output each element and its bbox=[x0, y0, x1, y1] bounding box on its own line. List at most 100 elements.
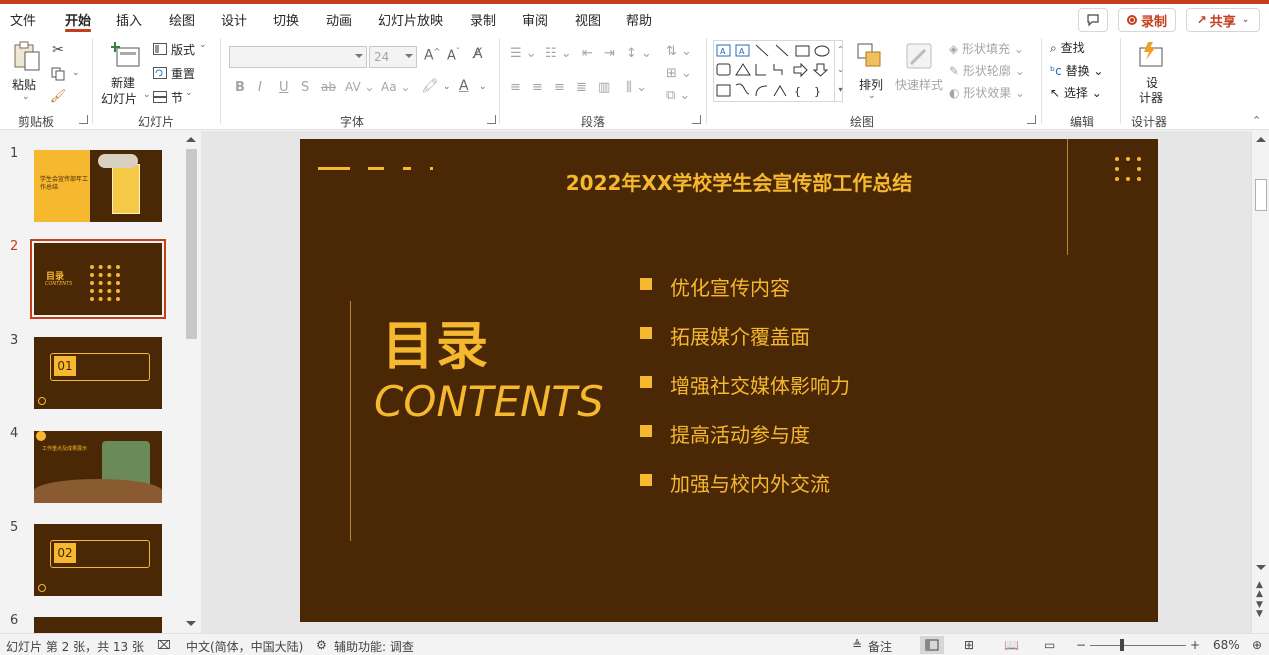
current-slide[interactable]: 2022年XX学校学生会宣传部工作总结 目录 CONTENTS 优化宣传内容 拓… bbox=[300, 139, 1158, 622]
dialog-launcher-icon[interactable] bbox=[79, 115, 88, 124]
shapes-scroll[interactable]: ⌃ ⌄ ▾ bbox=[834, 40, 846, 102]
tab-help[interactable]: 帮助 bbox=[626, 10, 652, 29]
new-slide-button[interactable]: 新建 幻灯片 ⌄ bbox=[99, 38, 151, 108]
scroll-up-icon[interactable] bbox=[186, 137, 196, 142]
align-center-icon[interactable]: ≡ bbox=[532, 80, 543, 95]
layout-button[interactable]: 版式 ⌄ bbox=[153, 40, 213, 58]
editor-scrollbar[interactable]: ▲ ▲ ▼ ▼ bbox=[1251, 131, 1269, 633]
italic-icon[interactable]: I bbox=[258, 80, 262, 95]
font-color-icon[interactable]: A bbox=[459, 78, 469, 94]
notes-button[interactable]: 备注 bbox=[868, 638, 892, 655]
chevron-down-icon[interactable]: ⌄ bbox=[479, 82, 487, 92]
font-size-combo[interactable]: 24 bbox=[369, 46, 417, 68]
numbering-icon[interactable]: ☷ ⌄ bbox=[545, 46, 572, 61]
cut-icon[interactable]: ✂ bbox=[50, 42, 66, 58]
notes-icon[interactable]: ≜ bbox=[852, 638, 862, 652]
decrease-font-icon[interactable]: Aˇ bbox=[447, 47, 460, 63]
paste-button[interactable]: 粘贴 ⌄ bbox=[8, 38, 44, 104]
normal-view-icon[interactable] bbox=[920, 636, 944, 654]
previous-slide-icon[interactable]: ▲ ▲ bbox=[1256, 581, 1263, 599]
tab-home[interactable]: 开始 bbox=[65, 10, 91, 29]
dialog-launcher-icon[interactable] bbox=[487, 115, 496, 124]
copy-icon[interactable] bbox=[50, 66, 66, 82]
justify-icon[interactable]: ≣ bbox=[576, 80, 587, 95]
shadow-icon[interactable]: S bbox=[301, 80, 309, 95]
tab-transitions[interactable]: 切换 bbox=[273, 10, 299, 29]
chevron-down-icon[interactable]: ⌄ bbox=[72, 68, 80, 78]
thumbnail-scrollbar[interactable] bbox=[183, 131, 200, 633]
select-button[interactable]: ↖ 选择 ⌄ bbox=[1050, 84, 1102, 101]
tab-insert[interactable]: 插入 bbox=[116, 10, 142, 29]
scroll-thumb[interactable] bbox=[1255, 179, 1267, 211]
slide-thumbnail-6[interactable] bbox=[34, 617, 162, 633]
dialog-launcher-icon[interactable] bbox=[692, 115, 701, 124]
language-indicator[interactable]: 中文(简体，中国大陆) bbox=[186, 638, 303, 655]
clear-format-icon[interactable]: A̸ bbox=[473, 46, 483, 62]
char-spacing-icon[interactable]: AV ⌄ bbox=[345, 80, 375, 94]
text-direction-icon[interactable]: ⇅ ⌄ bbox=[666, 44, 692, 59]
line-spacing-icon[interactable]: ↕ ⌄ bbox=[626, 46, 652, 61]
tab-view[interactable]: 视图 bbox=[575, 10, 601, 29]
align-right-icon[interactable]: ≡ bbox=[554, 80, 565, 95]
designer-button[interactable]: 设 计器 bbox=[1129, 38, 1173, 106]
decrease-indent-icon[interactable]: ⇤ bbox=[582, 46, 593, 61]
format-painter-icon[interactable]: 🖌 bbox=[50, 88, 67, 104]
toc-heading[interactable]: 目录 bbox=[382, 304, 490, 379]
slide-thumbnail-2[interactable]: 目录 CONTENTS bbox=[30, 239, 166, 319]
zoom-out-icon[interactable]: − bbox=[1076, 638, 1086, 652]
shape-fill-button[interactable]: ◈ 形状填充 ⌄ bbox=[949, 40, 1024, 57]
quick-styles-button[interactable]: 快速样式 bbox=[893, 40, 945, 106]
find-button[interactable]: ⌕ 查找 bbox=[1050, 39, 1085, 56]
change-case-icon[interactable]: Aa ⌄ bbox=[381, 80, 410, 94]
toc-item[interactable]: 加强与校内外交流 bbox=[670, 468, 830, 497]
scroll-down-icon[interactable] bbox=[1256, 565, 1266, 570]
increase-indent-icon[interactable]: ⇥ bbox=[604, 46, 615, 61]
zoom-in-icon[interactable]: + bbox=[1190, 638, 1200, 652]
shapes-gallery[interactable]: A A {} bbox=[713, 40, 843, 102]
toc-item[interactable]: 提高活动参与度 bbox=[670, 419, 810, 448]
scroll-thumb[interactable] bbox=[186, 149, 197, 339]
font-name-combo[interactable] bbox=[229, 46, 367, 68]
toc-item[interactable]: 优化宣传内容 bbox=[670, 272, 790, 301]
share-button[interactable]: ↗ 共享 ⌄ bbox=[1186, 8, 1260, 32]
reset-button[interactable]: 重置 bbox=[153, 64, 213, 82]
zoom-slider[interactable] bbox=[1090, 645, 1186, 646]
toc-subheading[interactable]: CONTENTS bbox=[374, 377, 604, 426]
zoom-slider-thumb[interactable] bbox=[1120, 639, 1124, 651]
slide-thumbnail-5[interactable]: 02 bbox=[34, 524, 162, 596]
tab-draw[interactable]: 绘图 bbox=[169, 10, 195, 29]
slideshow-icon[interactable]: ▭ bbox=[1044, 638, 1055, 652]
chevron-down-icon[interactable]: ⌄ bbox=[443, 82, 451, 92]
fit-to-window-icon[interactable]: ⊕ bbox=[1252, 638, 1262, 652]
align-left-icon[interactable]: ≡ bbox=[510, 80, 521, 95]
strikethrough-icon[interactable]: ab bbox=[321, 80, 336, 94]
tab-review[interactable]: 审阅 bbox=[522, 10, 548, 29]
slide-thumbnail-3[interactable]: 01 bbox=[34, 337, 162, 409]
tab-record[interactable]: 录制 bbox=[470, 10, 496, 29]
slide-thumbnail-1[interactable]: 学生会宣传部年工作总结 bbox=[34, 150, 162, 222]
shape-effects-button[interactable]: ◐ 形状效果 ⌄ bbox=[949, 84, 1025, 101]
spellcheck-icon[interactable]: ⌧ bbox=[157, 638, 171, 652]
underline-icon[interactable]: U bbox=[279, 80, 289, 95]
dialog-launcher-icon[interactable] bbox=[1027, 115, 1036, 124]
toc-item[interactable]: 增强社交媒体影响力 bbox=[670, 370, 850, 399]
replace-button[interactable]: ᵇc 替换 ⌄ bbox=[1050, 62, 1103, 79]
smartart-icon[interactable]: ⧉ ⌄ bbox=[666, 88, 690, 103]
align-text-icon[interactable]: ⊞ ⌄ bbox=[666, 66, 692, 81]
bullets-icon[interactable]: ☰ ⌄ bbox=[510, 46, 537, 61]
slide-title[interactable]: 2022年XX学校学生会宣传部工作总结 bbox=[300, 167, 1158, 196]
shape-outline-button[interactable]: ✎ 形状轮廓 ⌄ bbox=[949, 62, 1025, 79]
slide-sorter-icon[interactable]: ⊞ bbox=[964, 638, 974, 652]
distributed-icon[interactable]: ▥ bbox=[598, 80, 610, 95]
columns-icon[interactable]: ⫼ ⌄ bbox=[626, 80, 647, 95]
zoom-level[interactable]: 68% bbox=[1213, 638, 1240, 652]
section-button[interactable]: 节 ⌄ bbox=[153, 88, 213, 106]
increase-font-icon[interactable]: A^ bbox=[424, 47, 440, 64]
accessibility-status[interactable]: 辅助功能: 调查 bbox=[334, 638, 414, 655]
tab-slideshow[interactable]: 幻灯片放映 bbox=[378, 10, 443, 29]
tab-file[interactable]: 文件 bbox=[10, 10, 36, 29]
collapse-ribbon-icon[interactable]: ⌃ bbox=[1252, 114, 1261, 127]
tab-design[interactable]: 设计 bbox=[221, 10, 247, 29]
next-slide-icon[interactable]: ▼ ▼ bbox=[1256, 601, 1263, 619]
arrange-button[interactable]: 排列 ⌄ bbox=[853, 40, 889, 106]
